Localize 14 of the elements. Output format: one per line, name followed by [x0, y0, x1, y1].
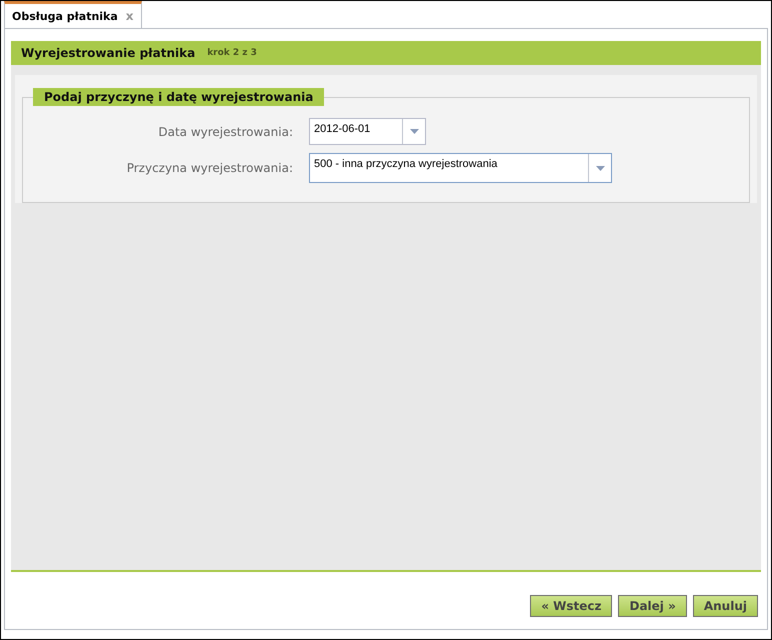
step-indicator: krok 2 z 3: [207, 48, 257, 58]
footer-button[interactable]: « Wstecz: [530, 594, 612, 616]
dropdown-field[interactable]: 500 - inna przyczyna wyrejestrowania: [309, 153, 612, 183]
dropdown-caret-icon[interactable]: [596, 166, 604, 170]
footer-button[interactable]: Anuluj: [692, 594, 758, 616]
page-title: Wyrejestrowanie płatnika: [21, 46, 196, 60]
dropdown-caret-icon[interactable]: [410, 129, 418, 134]
field-label: Data wyrejestrowania:: [157, 124, 294, 138]
tab[interactable]: Obsługa płatnika x: [4, 1, 142, 28]
tab-label: Obsługa płatnika: [12, 10, 118, 22]
date-field[interactable]: 2012-06-01: [309, 118, 426, 145]
fieldset-legend: Podaj przyczynę i datę wyrejestrowania: [33, 88, 324, 106]
footer-button[interactable]: Dalej »: [618, 594, 687, 616]
field-label: Przyczyna wyrejestrowania:: [126, 161, 294, 175]
